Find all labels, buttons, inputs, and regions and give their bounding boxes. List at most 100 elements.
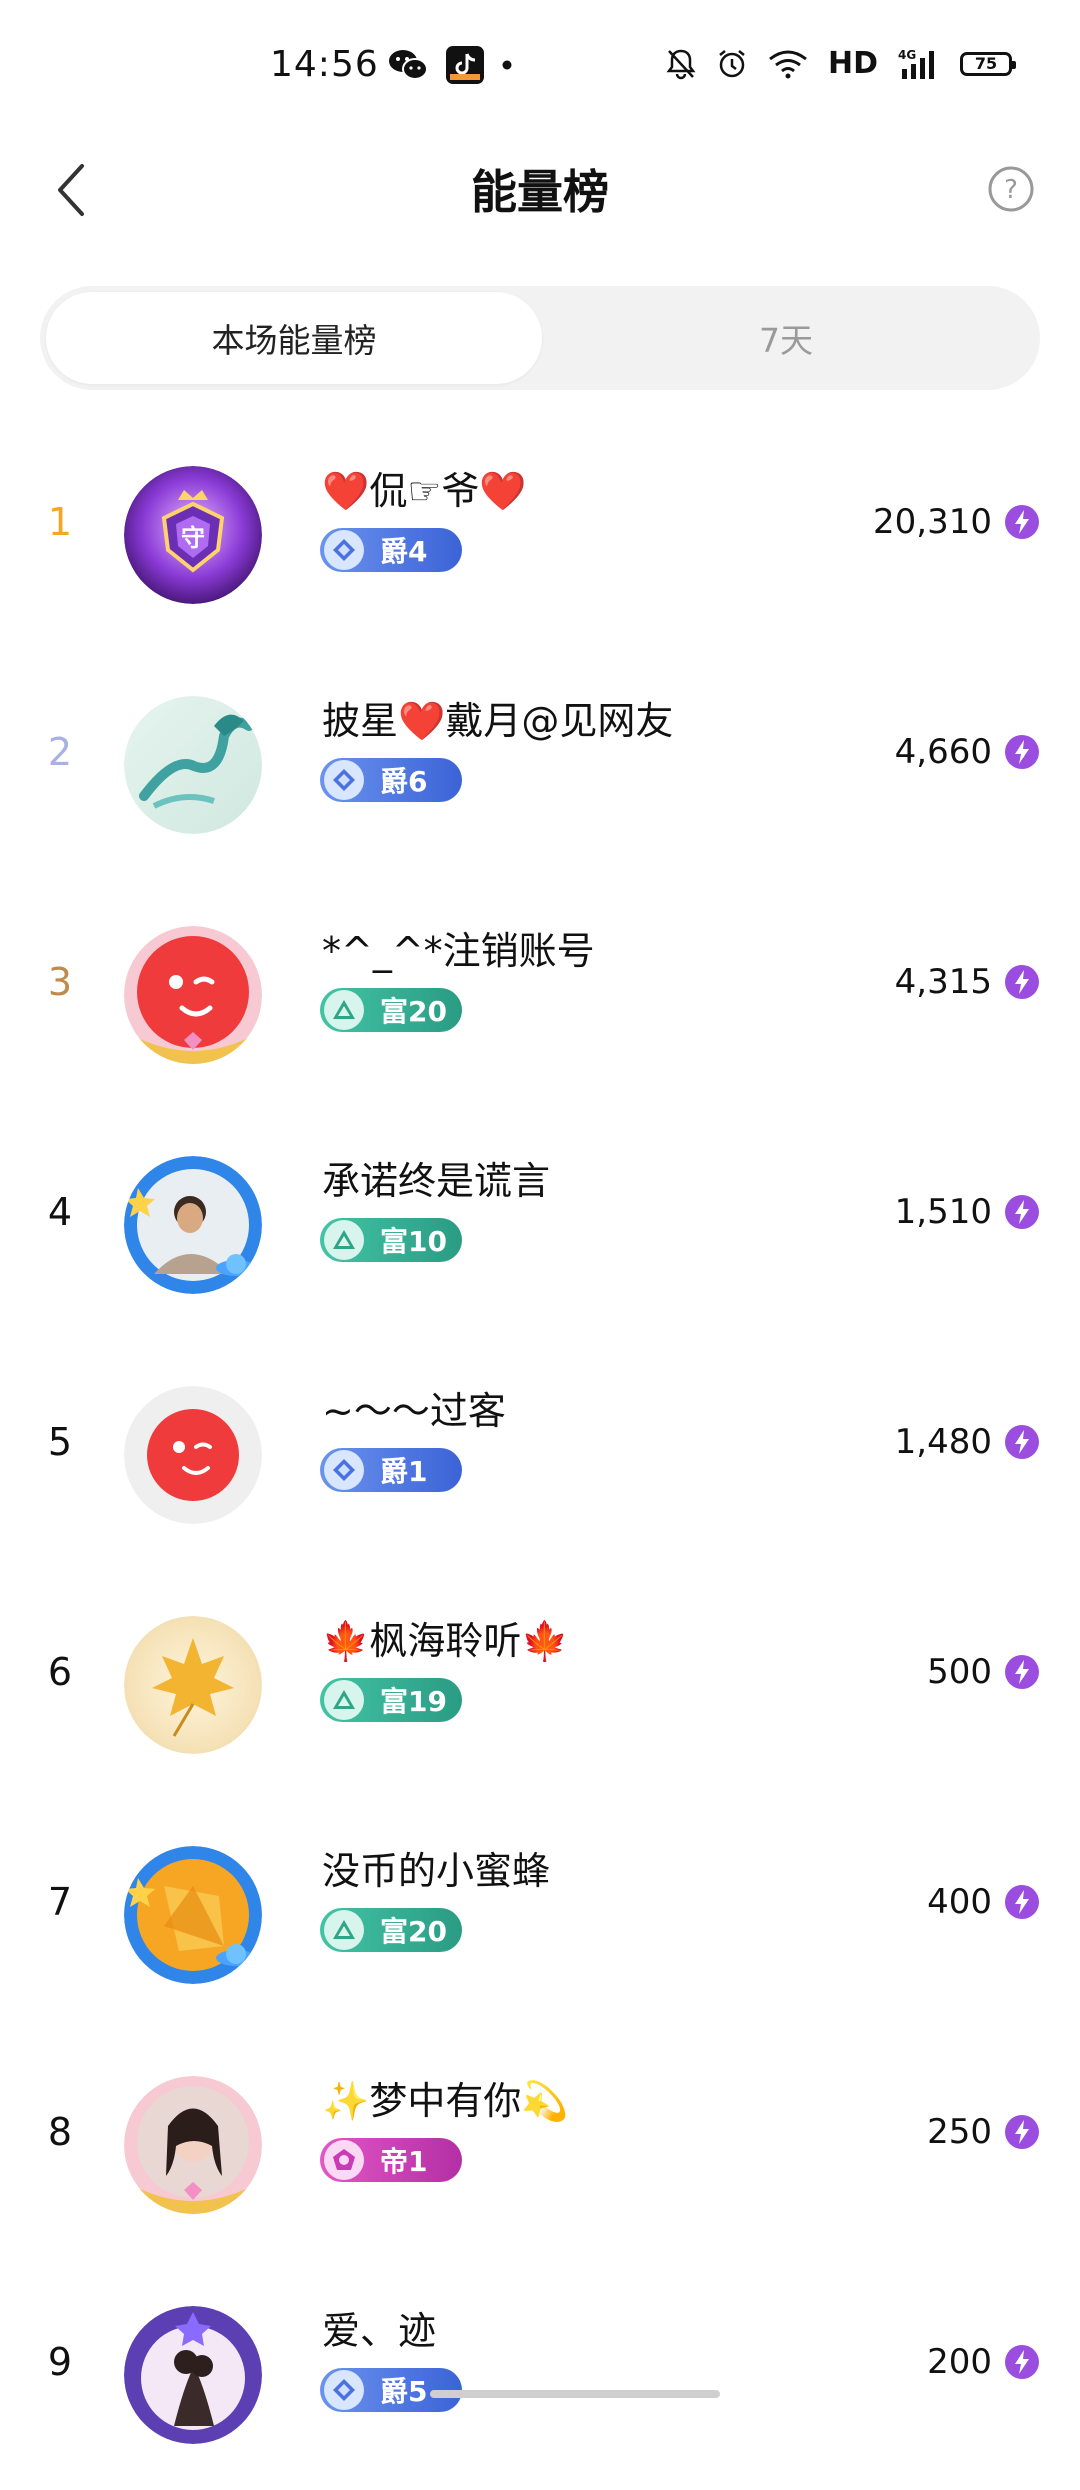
user-name: 🍁枫海聆听🍁: [322, 1619, 569, 1663]
avatar[interactable]: [124, 696, 262, 834]
badge-label: 爵1: [380, 1455, 428, 1488]
portrait-avatar-with-frame: [124, 2076, 262, 2214]
user-name: 承诺终是谎言: [322, 1159, 551, 1203]
list-item[interactable]: 3 *^_^*注销账号 富20 4,315: [0, 880, 1080, 1110]
list-item[interactable]: 5 ~〜〜过客 爵1 1,480: [0, 1340, 1080, 1570]
user-name: *^_^*注销账号: [322, 929, 595, 973]
level-badge: 爵6: [320, 758, 462, 802]
alarm-icon: [719, 49, 745, 77]
level-badge: 富20: [320, 1908, 462, 1952]
list-item[interactable]: 1 守 ❤️侃☞爷❤️ 爵4 20,310: [0, 420, 1080, 650]
level-badge: 爵4: [320, 528, 462, 572]
rank-number: 7: [47, 1880, 73, 1924]
rank-number: 3: [47, 960, 73, 1004]
page-title: 能量榜: [471, 165, 609, 219]
list-item[interactable]: 2 披星❤️戴月@见网友 爵6 4,660: [0, 650, 1080, 880]
triangle-badge-icon: [324, 1910, 364, 1950]
list-item[interactable]: 6 🍁枫海聆听🍁 富19 500: [0, 1570, 1080, 1800]
energy-score: 4,660: [894, 732, 992, 772]
triangle-badge-icon: [324, 990, 364, 1030]
status-notification-icons: [388, 46, 512, 84]
tab-current-session[interactable]: 本场能量榜: [46, 292, 542, 384]
default-wink-avatar: [124, 1386, 262, 1524]
diamond-badge-icon: [324, 530, 364, 570]
pentagon-badge-icon: [324, 2140, 364, 2180]
badge-label: 富10: [380, 1225, 447, 1258]
level-badge: 富10: [320, 1218, 462, 1262]
list-item[interactable]: 4 承诺终是谎言 富10 1,510: [0, 1110, 1080, 1340]
user-name: ❤️侃☞爷❤️: [322, 469, 527, 513]
status-time: 14:56: [270, 44, 379, 85]
rank-number: 4: [47, 1190, 73, 1234]
diamond-badge-icon: [324, 1450, 364, 1490]
energy-score: 20,310: [873, 502, 992, 542]
orange-star-avatar-with-frame: [124, 1846, 262, 1984]
maple-leaf-avatar: [124, 1616, 262, 1754]
photo-avatar-with-blue-frame: [124, 1156, 262, 1294]
rank-number: 6: [47, 1650, 73, 1694]
avatar[interactable]: [124, 926, 262, 1064]
hd-label: HD: [827, 46, 878, 81]
rank-number: 5: [47, 1420, 73, 1464]
list-item[interactable]: 7 没币的小蜜蜂 富20 400: [0, 1800, 1080, 2030]
svg-text:守: 守: [181, 524, 205, 552]
energy-score: 400: [927, 1882, 992, 1922]
video-app-icon: [446, 46, 484, 84]
badge-label: 爵4: [380, 535, 428, 568]
dragon-avatar: [124, 696, 262, 834]
help-button[interactable]: ?: [980, 158, 1042, 220]
user-name: 爱、迹: [322, 2309, 437, 2353]
tab-7-days[interactable]: 7天: [538, 292, 1034, 384]
energy-score: 4,315: [894, 962, 992, 1002]
signal-icon: 4G: [898, 48, 934, 79]
badge-label: 富19: [380, 1685, 447, 1718]
avatar[interactable]: [124, 1616, 262, 1754]
status-bar: 14:56 HD 4G 75: [0, 0, 1080, 136]
ranking-tabs: 本场能量榜 7天: [40, 286, 1040, 390]
energy-score: 500: [927, 1652, 992, 1692]
rank-number: 1: [47, 500, 73, 544]
energy-score: 200: [927, 2342, 992, 2382]
lightning-bolt-icon: [1005, 1655, 1039, 1689]
lightning-bolt-icon: [1005, 965, 1039, 999]
rank-number: 9: [47, 2340, 73, 2384]
level-badge: 帝1: [320, 2138, 462, 2182]
header: 能量榜 ?: [0, 136, 1080, 256]
energy-score: 1,480: [894, 1422, 992, 1462]
lightning-bolt-icon: [1005, 1195, 1039, 1229]
avatar[interactable]: [124, 1846, 262, 1984]
level-badge: 爵1: [320, 1448, 462, 1492]
lightning-bolt-icon: [1005, 1885, 1039, 1919]
network-type-label: 4G: [898, 48, 916, 62]
guardian-shield-avatar: 守: [124, 466, 262, 604]
badge-label: 富20: [380, 1915, 447, 1948]
user-name: 披星❤️戴月@见网友: [322, 699, 674, 743]
avatar[interactable]: [124, 2076, 262, 2214]
list-item[interactable]: 9 爱、迹 爵5 200: [0, 2260, 1080, 2490]
avatar[interactable]: [124, 2306, 262, 2444]
mute-bell-icon: [666, 49, 696, 79]
lightning-bolt-icon: [1005, 2115, 1039, 2149]
energy-score: 1,510: [894, 1192, 992, 1232]
home-indicator[interactable]: [430, 2390, 720, 2398]
wifi-icon: [769, 50, 807, 78]
triangle-badge-icon: [324, 1220, 364, 1260]
user-name: ✨梦中有你💫: [322, 2079, 569, 2123]
notification-dot-icon: [502, 60, 512, 70]
badge-label: 富20: [380, 995, 447, 1028]
badge-label: 帝1: [380, 2145, 428, 2178]
avatar[interactable]: [124, 1156, 262, 1294]
user-name: ~〜〜过客: [322, 1389, 506, 1433]
avatar[interactable]: [124, 1386, 262, 1524]
badge-label: 爵6: [380, 765, 428, 798]
diamond-badge-icon: [324, 2370, 364, 2410]
lightning-bolt-icon: [1005, 2345, 1039, 2379]
lightning-bolt-icon: [1005, 735, 1039, 769]
rank-number: 8: [47, 2110, 73, 2154]
avatar[interactable]: 守: [124, 466, 262, 604]
user-name: 没币的小蜜蜂: [322, 1849, 551, 1893]
list-item[interactable]: 8 ✨梦中有你💫 帝1 250: [0, 2030, 1080, 2260]
status-system-icons: HD 4G 75: [666, 46, 1016, 81]
diamond-badge-icon: [324, 760, 364, 800]
level-badge: 富19: [320, 1678, 462, 1722]
